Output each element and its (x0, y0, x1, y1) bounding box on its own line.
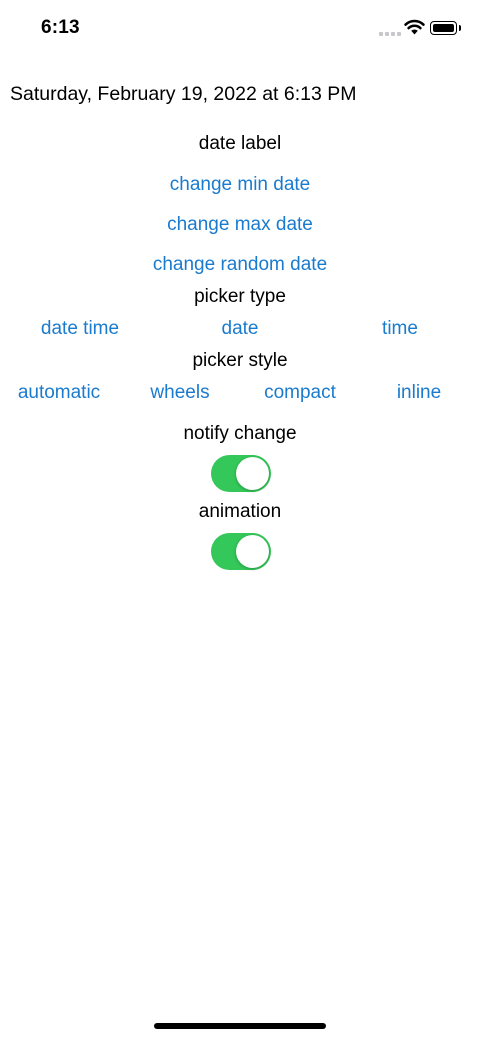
toggle-knob (236, 535, 269, 568)
picker-style-compact-button[interactable]: compact (264, 382, 336, 404)
picker-type-date-button[interactable]: date (222, 318, 259, 340)
picker-style-automatic-button[interactable]: automatic (18, 382, 100, 404)
status-bar: 6:13 (0, 0, 480, 60)
picker-style-inline-button[interactable]: inline (397, 382, 441, 404)
change-random-date-button[interactable]: change random date (0, 254, 480, 276)
battery-icon (430, 21, 461, 35)
picker-type-date-time-button[interactable]: date time (41, 318, 119, 340)
picker-type-time-button[interactable]: time (382, 318, 418, 340)
picker-style-label: picker style (192, 350, 288, 371)
home-indicator (154, 1023, 326, 1029)
cellular-signal-icon (379, 28, 401, 36)
change-min-date-button[interactable]: change min date (0, 174, 480, 196)
picker-style-wheels-button[interactable]: wheels (150, 382, 209, 404)
animation-toggle[interactable] (211, 533, 271, 570)
picker-type-label: picker type (194, 286, 286, 307)
change-max-date-button[interactable]: change max date (0, 214, 480, 236)
notify-change-label: notify change (183, 423, 297, 444)
selected-date-text: Saturday, February 19, 2022 at 6:13 PM (10, 83, 357, 105)
status-time: 6:13 (41, 17, 80, 38)
wifi-icon (404, 19, 425, 35)
toggle-knob (236, 457, 269, 490)
date-label: date label (198, 133, 282, 154)
animation-label: animation (198, 501, 282, 522)
notify-change-toggle[interactable] (211, 455, 271, 492)
